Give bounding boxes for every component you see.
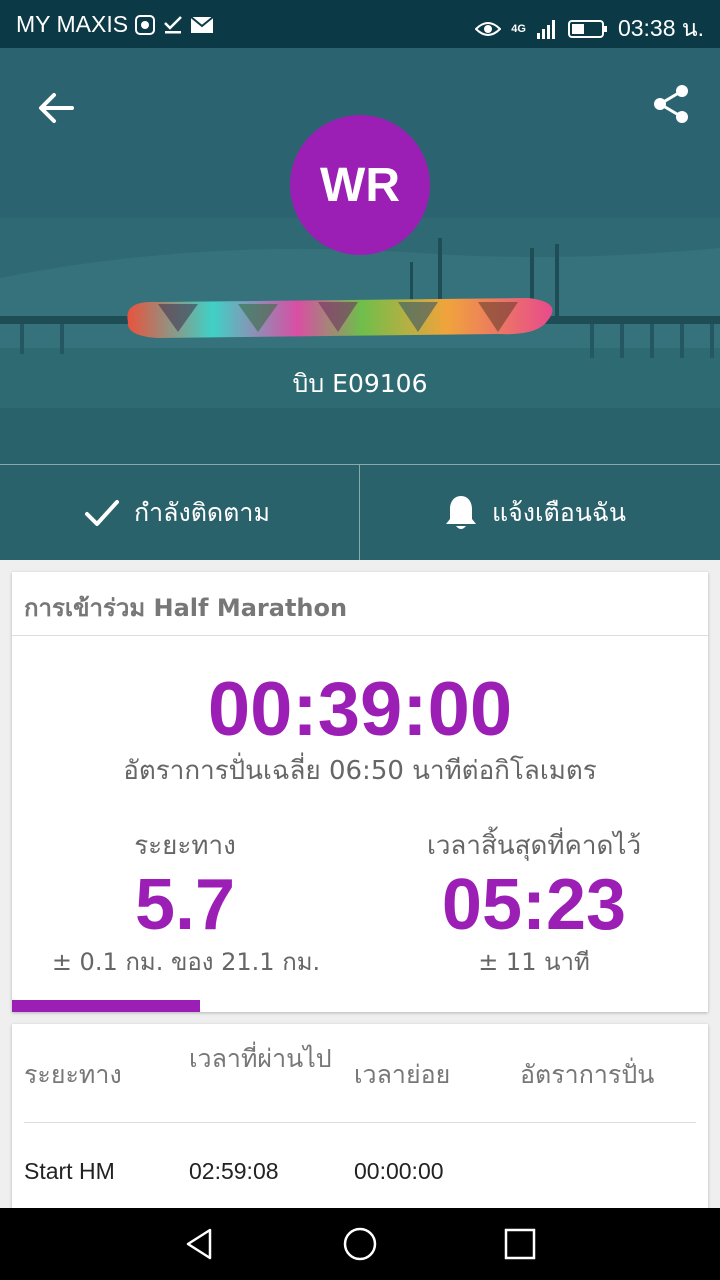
column-header-split: เวลาย่อย	[354, 1060, 451, 1089]
mail-icon	[190, 15, 214, 33]
cell-elapsed: 02:59:08	[189, 1158, 279, 1184]
bell-icon	[446, 496, 476, 529]
race-progress-fill	[12, 1000, 200, 1012]
card-title: การเข้าร่วม Half Marathon	[24, 594, 348, 622]
finish-estimate-stat: เวลาสิ้นสุดที่คาดไว้ 05:23 ± 11 นาที	[360, 824, 708, 982]
splits-table-card: ระยะทาง เวลาที่ผ่านไป เวลาย่อย อัตราการป…	[12, 1024, 708, 1214]
check-icon	[85, 500, 119, 526]
avatar: WR	[290, 115, 430, 255]
race-progress-bar	[12, 1000, 708, 1012]
action-divider	[359, 465, 360, 560]
action-row: กำลังติดตาม แจ้งเตือนฉัน	[0, 464, 720, 560]
table-header-divider	[24, 1122, 696, 1123]
race-summary-card: การเข้าร่วม Half Marathon 00:39:00 อัตรา…	[12, 572, 708, 1012]
redacted-name-scribble	[127, 298, 553, 338]
carrier-name: MY MAXIS	[16, 11, 129, 37]
app-notification-icon	[135, 14, 156, 35]
status-bar: MY MAXIS 4G 03:38 น.	[0, 0, 720, 48]
average-pace: อัตราการปั่นเฉลี่ย 06:50 นาทีต่อกิโลเมตร	[123, 756, 597, 786]
network-type: 4G	[511, 23, 526, 35]
avatar-initials: WR	[320, 158, 400, 212]
nav-recents-icon[interactable]	[502, 1226, 538, 1262]
clock: 03:38 น.	[617, 15, 704, 41]
distance-value: 5.7	[134, 865, 236, 945]
task-check-icon	[164, 15, 182, 33]
following-label: กำลังติดตาม	[134, 498, 270, 527]
back-arrow-icon[interactable]	[34, 86, 78, 130]
status-right: 4G 03:38 น.	[475, 11, 704, 47]
status-left: MY MAXIS	[16, 11, 214, 38]
system-nav-bar	[0, 1208, 720, 1280]
column-header-elapsed: เวลาที่ผ่านไป	[189, 1044, 332, 1073]
bib-number: บิบ E09106	[292, 369, 428, 398]
notify-me-button[interactable]: แจ้งเตือนฉัน	[444, 465, 626, 560]
elapsed-time: 00:39:00	[207, 667, 513, 752]
share-icon[interactable]	[650, 82, 694, 126]
distance-label: ระยะทาง	[134, 831, 236, 861]
distance-subtext: ± 0.1 กม. ของ 21.1 กม.	[51, 948, 321, 976]
column-header-distance: ระยะทาง	[24, 1060, 122, 1089]
signal-icon	[536, 20, 555, 39]
profile-header: WR บิบ E09106 กำลังติดตาม แจ้งเตือนฉัน	[0, 48, 720, 560]
eye-icon	[475, 22, 502, 36]
column-header-pace: อัตราการปั่น	[520, 1060, 655, 1089]
finish-estimate-label: เวลาสิ้นสุดที่คาดไว้	[426, 831, 642, 861]
nav-home-icon[interactable]	[342, 1226, 378, 1262]
cell-split: 00:00:00	[354, 1158, 444, 1184]
distance-stat: ระยะทาง 5.7 ± 0.1 กม. ของ 21.1 กม.	[12, 824, 360, 982]
following-button[interactable]: กำลังติดตาม	[84, 465, 270, 560]
card-header: การเข้าร่วม Half Marathon	[12, 572, 708, 636]
cell-distance: Start HM	[24, 1158, 115, 1184]
finish-estimate-subtext: ± 11 นาที	[478, 948, 590, 976]
nav-back-icon[interactable]	[182, 1226, 218, 1262]
finish-estimate-value: 05:23	[441, 865, 627, 945]
notify-label: แจ้งเตือนฉัน	[492, 498, 626, 527]
battery-icon	[567, 20, 607, 38]
